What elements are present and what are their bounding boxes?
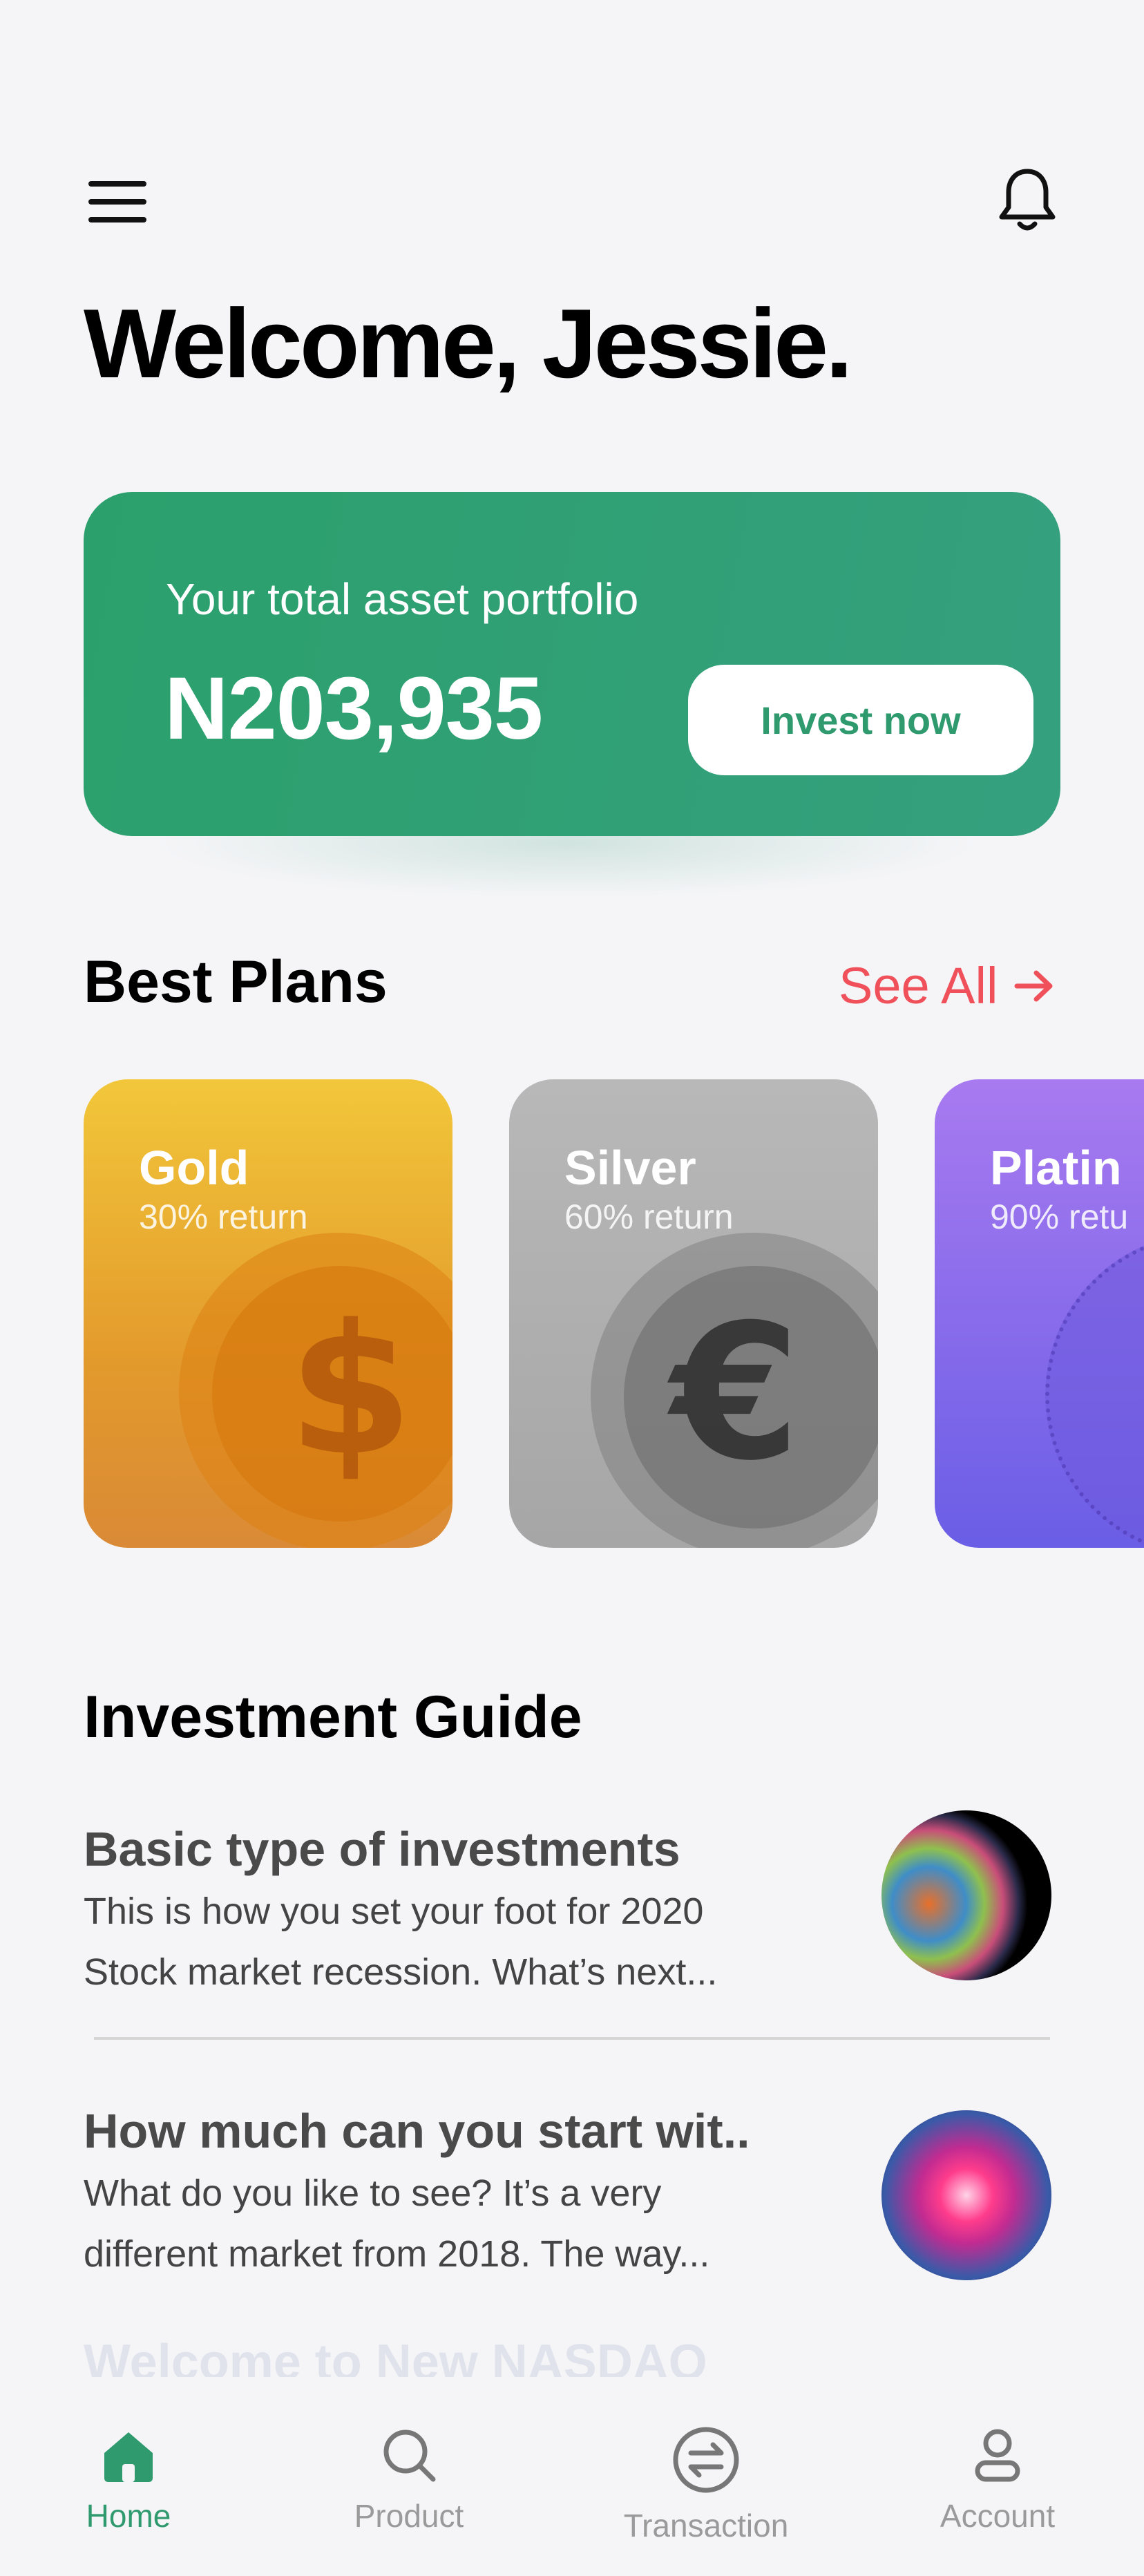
- neon-portal-thumbnail[interactable]: [881, 2110, 1051, 2280]
- nav-label-transaction: Transaction: [623, 2508, 789, 2544]
- nav-item-home[interactable]: Home: [25, 2425, 232, 2535]
- plan-name: Platin: [990, 1141, 1122, 1195]
- home-icon: [104, 2432, 153, 2482]
- hamburger-menu-icon[interactable]: [88, 181, 146, 222]
- nav-item-transaction[interactable]: Transaction: [602, 2425, 810, 2544]
- arrow-right-icon: [1014, 970, 1053, 1001]
- investment-guide-title: Investment Guide: [84, 1684, 582, 1750]
- nav-item-product[interactable]: Product: [305, 2425, 513, 2535]
- see-all-link[interactable]: See All: [839, 956, 1056, 1015]
- euro-coin-icon: €: [671, 1284, 801, 1502]
- portfolio-value: N203,935: [164, 659, 543, 758]
- plan-name: Gold: [139, 1141, 249, 1195]
- nav-label-product: Product: [354, 2498, 464, 2534]
- crypto-coin-icon: [1045, 1233, 1144, 1548]
- page-title: Welcome, Jessie.: [84, 289, 853, 399]
- dollar-coin-icon: $: [288, 1287, 413, 1495]
- plan-name: Silver: [564, 1141, 696, 1195]
- exchange-icon: [673, 2427, 739, 2493]
- plans-carousel[interactable]: $ Gold 30% return € Silver 60% return Pl…: [0, 1079, 1144, 1549]
- search-icon: [383, 2430, 436, 2482]
- bell-icon[interactable]: [996, 166, 1058, 235]
- see-all-label: See All: [839, 957, 998, 1014]
- plan-return: 90% retu: [990, 1197, 1129, 1236]
- planet-thumbnail[interactable]: [881, 1810, 1051, 1980]
- nav-item-account[interactable]: Account: [894, 2425, 1101, 2535]
- plan-card-silver[interactable]: € Silver 60% return: [509, 1079, 878, 1548]
- plan-return: 60% return: [564, 1197, 734, 1236]
- plan-return: 30% return: [139, 1197, 308, 1236]
- plan-card-platinum[interactable]: Platin 90% retu: [935, 1079, 1144, 1548]
- portfolio-label: Your total asset portfolio: [166, 574, 639, 624]
- plan-card-gold[interactable]: $ Gold 30% return: [84, 1079, 452, 1548]
- divider: [94, 2037, 1050, 2040]
- best-plans-title: Best Plans: [84, 949, 388, 1015]
- nav-label-account: Account: [940, 2498, 1056, 2534]
- user-icon: [975, 2429, 1020, 2482]
- bottom-navigation: Home Product Transaction Account: [0, 2377, 1144, 2576]
- nav-label-home: Home: [86, 2498, 171, 2534]
- invest-now-button[interactable]: Invest now: [688, 665, 1033, 775]
